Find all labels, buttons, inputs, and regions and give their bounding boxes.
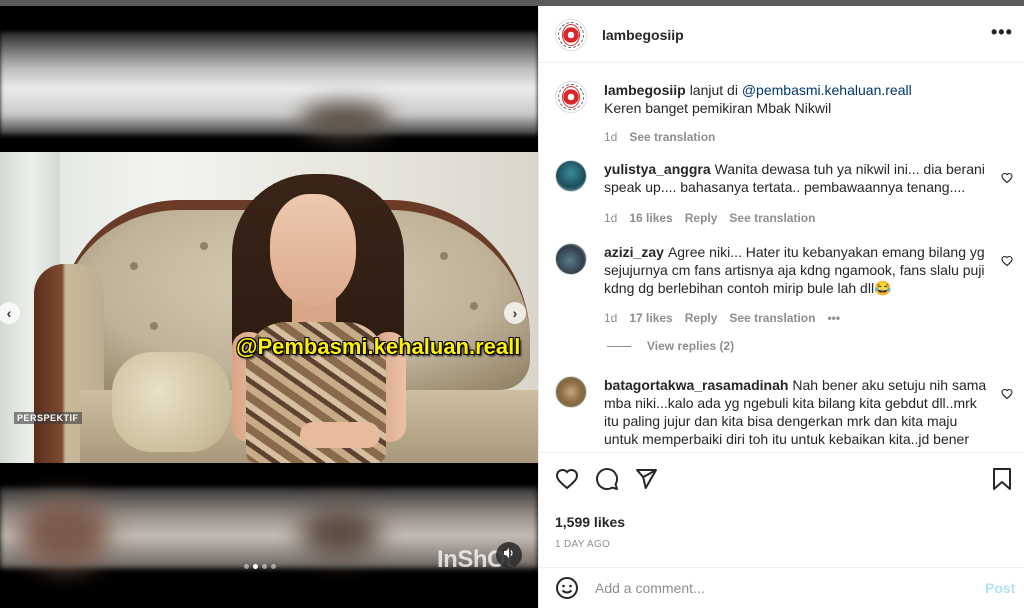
- avatar[interactable]: [555, 376, 587, 408]
- caption-age: 1d: [604, 130, 618, 144]
- post-actions: 1,599 likes 1 DAY AGO Add a comment... P…: [539, 452, 1024, 606]
- add-comment-input[interactable]: Add a comment...: [595, 580, 705, 596]
- avatar[interactable]: [555, 243, 587, 275]
- caption-mention-link[interactable]: @pembasmi.kehaluan.reall: [742, 82, 912, 98]
- post-comment-button[interactable]: Post: [985, 580, 1015, 596]
- speaker-icon[interactable]: [496, 542, 522, 568]
- like-count[interactable]: 1,599 likes: [555, 514, 625, 530]
- comment-likes[interactable]: 16 likes: [629, 211, 672, 225]
- comment-username[interactable]: azizi_zay: [604, 244, 664, 260]
- caption-text: lanjut di: [689, 82, 742, 98]
- author-username[interactable]: lambegosiip: [602, 27, 684, 43]
- reply-button[interactable]: Reply: [685, 211, 718, 225]
- see-translation-link[interactable]: See translation: [629, 130, 715, 144]
- carousel-dot: [262, 564, 267, 569]
- add-comment-bar: Add a comment... Post: [539, 567, 1024, 607]
- save-bookmark-icon[interactable]: [991, 467, 1013, 496]
- post-media[interactable]: @Pembasmi.kehaluan.reall PERSPEKTIF ‹ › …: [0, 6, 538, 608]
- like-comment-heart-icon[interactable]: [1001, 255, 1013, 270]
- comment-age: 1d: [604, 311, 618, 325]
- video-caption-overlay: @Pembasmi.kehaluan.reall: [236, 334, 521, 359]
- video-frame[interactable]: @Pembasmi.kehaluan.reall PERSPEKTIF: [0, 152, 538, 463]
- see-translation-link[interactable]: See translation: [729, 311, 815, 325]
- avatar[interactable]: [555, 81, 587, 113]
- comment-username[interactable]: batagortakwa_rasamadinah: [604, 377, 788, 393]
- comment-bubble-icon[interactable]: [595, 467, 619, 496]
- pillow: [112, 352, 230, 452]
- caption-username[interactable]: lambegosiip: [604, 82, 686, 98]
- emoji-icon[interactable]: [555, 576, 579, 605]
- divider-line: [607, 345, 631, 347]
- like-comment-heart-icon[interactable]: [1001, 388, 1013, 403]
- comment-age: 1d: [604, 211, 618, 225]
- see-translation-link[interactable]: See translation: [729, 211, 815, 225]
- carousel-dot: [253, 564, 258, 569]
- carousel-dot: [244, 564, 249, 569]
- post-header: lambegosiip •••: [539, 6, 1024, 63]
- reply-button[interactable]: Reply: [685, 311, 718, 325]
- comments-list: lambegosiip lanjut di @pembasmi.kehaluan.…: [539, 64, 1024, 452]
- view-replies-label[interactable]: View replies (2): [647, 339, 734, 353]
- share-paper-plane-icon[interactable]: [634, 467, 658, 496]
- channel-tag: PERSPEKTIF: [14, 412, 82, 424]
- like-heart-icon[interactable]: [555, 467, 579, 496]
- comment-likes[interactable]: 17 likes: [629, 311, 672, 325]
- like-comment-heart-icon[interactable]: [1001, 172, 1013, 187]
- comment-username[interactable]: yulistya_anggra: [604, 161, 711, 177]
- comment-options-icon[interactable]: •••: [827, 311, 840, 325]
- post-details-panel: lambegosiip ••• lambegosiip lanjut di @pe…: [538, 6, 1024, 608]
- person-face: [270, 194, 356, 306]
- view-replies-button[interactable]: View replies (2): [607, 339, 734, 353]
- blurred-background-top: [0, 32, 538, 136]
- caption-line-2: Keren banget pemikiran Mbak Nikwil: [604, 100, 832, 116]
- post-timestamp: 1 DAY AGO: [555, 539, 611, 550]
- more-options-icon[interactable]: •••: [991, 22, 1013, 43]
- carousel-dot: [271, 564, 276, 569]
- carousel-dots: [244, 564, 276, 569]
- avatar[interactable]: [555, 19, 587, 51]
- avatar[interactable]: [555, 160, 587, 192]
- next-slide-button[interactable]: ›: [504, 302, 526, 324]
